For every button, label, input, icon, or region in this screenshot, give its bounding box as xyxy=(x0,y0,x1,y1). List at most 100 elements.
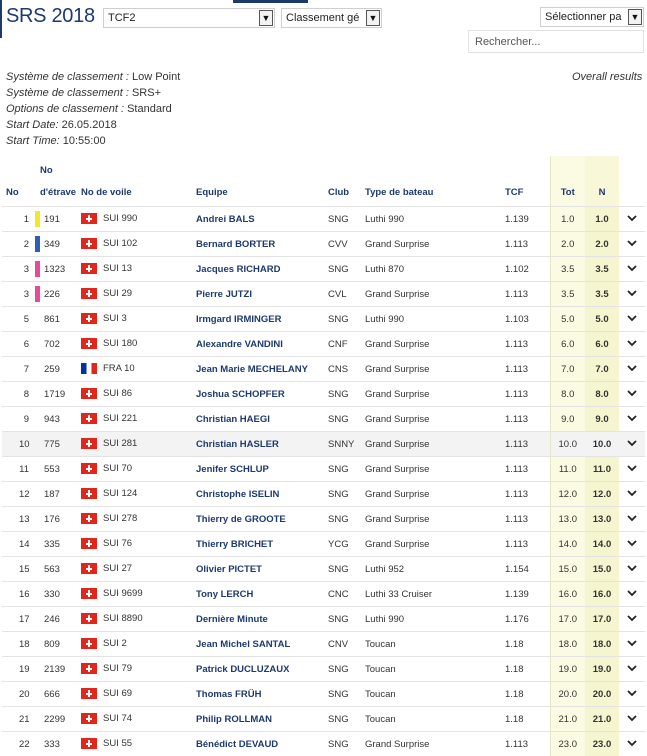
tcf-cell: 1.18 xyxy=(503,707,550,732)
column-select[interactable]: Sélectionner pa ▼ xyxy=(540,7,644,27)
expand-row-icon[interactable] xyxy=(619,732,645,756)
table-row[interactable]: 81719SUI 86Joshua SCHOPFERSNGGrand Surpr… xyxy=(2,382,645,407)
sail-cell: SUI 76 xyxy=(81,532,188,557)
sail-number: SUI 13 xyxy=(103,264,132,275)
table-row[interactable]: 1191SUI 990Andrei BALSSNGLuthi 9901.1391… xyxy=(2,207,645,232)
col-no[interactable]: No xyxy=(2,156,40,207)
sail-number: SUI 278 xyxy=(103,514,137,525)
table-row[interactable]: 13176SUI 278Thierry de GROOTESNGGrand Su… xyxy=(2,507,645,532)
col-tcf[interactable]: TCF xyxy=(503,156,550,207)
expand-row-icon[interactable] xyxy=(619,282,645,307)
expand-row-icon[interactable] xyxy=(619,682,645,707)
total-cell: 21.0 xyxy=(550,707,585,732)
table-row[interactable]: 3226SUI 29Pierre JUTZICVLGrand Surprise1… xyxy=(2,282,645,307)
crew-cell: Jacques RICHARD xyxy=(188,257,328,282)
france-flag-icon xyxy=(81,363,97,374)
race-select-value: TCF2 xyxy=(108,12,136,24)
boat-type-cell: Grand Surprise xyxy=(365,407,503,432)
col-bow[interactable]: Nod'étrave xyxy=(40,156,81,207)
col-expand xyxy=(619,156,645,207)
tcf-cell: 1.113 xyxy=(503,457,550,482)
results-table: No Nod'étrave No de voile Equipe Club Ty… xyxy=(2,156,645,756)
total-cell: 12.0 xyxy=(550,482,585,507)
rank-value: 7 xyxy=(19,364,29,375)
overall-results-link[interactable]: Overall results xyxy=(572,71,642,83)
expand-row-icon[interactable] xyxy=(619,482,645,507)
expand-row-icon[interactable] xyxy=(619,582,645,607)
table-header-row: No Nod'étrave No de voile Equipe Club Ty… xyxy=(2,156,645,207)
bow-number-cell: 2139 xyxy=(40,657,81,682)
rank-value: 11 xyxy=(19,464,29,475)
expand-row-icon[interactable] xyxy=(619,707,645,732)
col-tot[interactable]: Tot xyxy=(550,156,585,207)
table-row[interactable]: 2349SUI 102Bernard BORTERCVVGrand Surpri… xyxy=(2,232,645,257)
table-row[interactable]: 7259FRA 10Jean Marie MECHELANYCNSGrand S… xyxy=(2,357,645,382)
expand-row-icon[interactable] xyxy=(619,407,645,432)
col-boat[interactable]: Type de bateau xyxy=(365,156,503,207)
table-row[interactable]: 16330SUI 9699Tony LERCHCNCLuthi 33 Cruis… xyxy=(2,582,645,607)
total-cell: 15.0 xyxy=(550,557,585,582)
table-row[interactable]: 12187SUI 124Christophe ISELINSNGGrand Su… xyxy=(2,482,645,507)
table-row[interactable]: 14335SUI 76Thierry BRICHETYCGGrand Surpr… xyxy=(2,532,645,557)
rank-cell: 14 xyxy=(2,532,40,557)
expand-row-icon[interactable] xyxy=(619,432,645,457)
expand-row-icon[interactable] xyxy=(619,607,645,632)
expand-row-icon[interactable] xyxy=(619,257,645,282)
table-row[interactable]: 18809SUI 2Jean Michel SANTALCNVToucan1.1… xyxy=(2,632,645,657)
boat-type-cell: Grand Surprise xyxy=(365,457,503,482)
col-club[interactable]: Club xyxy=(328,156,365,207)
sail-number: SUI 102 xyxy=(103,239,137,250)
tcf-cell: 1.18 xyxy=(503,657,550,682)
table-row[interactable]: 17246SUI 8890Dernière MinuteSNGLuthi 990… xyxy=(2,607,645,632)
rank-value: 3 xyxy=(19,289,29,300)
expand-row-icon[interactable] xyxy=(619,357,645,382)
expand-row-icon[interactable] xyxy=(619,457,645,482)
table-row[interactable]: 9943SUI 221Christian HAEGISNGGrand Surpr… xyxy=(2,407,645,432)
expand-row-icon[interactable] xyxy=(619,382,645,407)
expand-row-icon[interactable] xyxy=(619,307,645,332)
club-cell: SNG xyxy=(328,507,365,532)
table-row[interactable]: 6702SUI 180Alexandre VANDINICNFGrand Sur… xyxy=(2,332,645,357)
expand-row-icon[interactable] xyxy=(619,557,645,582)
sail-cell: SUI 180 xyxy=(81,332,188,357)
col-n[interactable]: N xyxy=(585,156,619,207)
table-row[interactable]: 20666SUI 69Thomas FRÜHSNGToucan1.1820.02… xyxy=(2,682,645,707)
table-row[interactable]: 31323SUI 13Jacques RICHARDSNGLuthi 8701.… xyxy=(2,257,645,282)
sail-number: SUI 27 xyxy=(103,564,132,575)
col-sail[interactable]: No de voile xyxy=(81,156,188,207)
rank-value: 9 xyxy=(19,414,29,425)
net-cell: 1.0 xyxy=(585,207,619,232)
ranking-select[interactable]: Classement gé ▼ xyxy=(281,8,382,28)
rank-value: 13 xyxy=(19,514,30,525)
bow-number-cell: 187 xyxy=(40,482,81,507)
expand-row-icon[interactable] xyxy=(619,632,645,657)
swiss-flag-icon xyxy=(81,413,97,424)
table-row[interactable]: 5861SUI 3Irmgard IRMINGERSNGLuthi 9901.1… xyxy=(2,307,645,332)
tcf-cell: 1.113 xyxy=(503,507,550,532)
expand-row-icon[interactable] xyxy=(619,232,645,257)
info-line: Start Date: 26.05.2018 xyxy=(6,119,117,131)
expand-row-icon[interactable] xyxy=(619,332,645,357)
table-row[interactable]: 192139SUI 79Patrick DUCLUZAUXSNGToucan1.… xyxy=(2,657,645,682)
total-cell: 1.0 xyxy=(550,207,585,232)
sail-cell: SUI 55 xyxy=(81,732,188,756)
table-row[interactable]: 212299SUI 74Philip ROLLMANSNGToucan1.182… xyxy=(2,707,645,732)
table-row[interactable]: 11553SUI 70Jenifer SCHLUPSNGGrand Surpri… xyxy=(2,457,645,482)
net-cell: 16.0 xyxy=(585,582,619,607)
expand-row-icon[interactable] xyxy=(619,657,645,682)
sail-number: SUI 69 xyxy=(103,689,132,700)
bow-number-cell: 226 xyxy=(40,282,81,307)
boat-type-cell: Grand Surprise xyxy=(365,382,503,407)
rank-value: 10 xyxy=(19,439,30,450)
table-row[interactable]: 22333SUI 55Bénédict DEVAUDSNGGrand Surpr… xyxy=(2,732,645,756)
bow-number-cell: 330 xyxy=(40,582,81,607)
expand-row-icon[interactable] xyxy=(619,207,645,232)
search-input[interactable] xyxy=(468,30,644,53)
net-cell: 7.0 xyxy=(585,357,619,382)
col-crew[interactable]: Equipe xyxy=(188,156,328,207)
table-row[interactable]: 15563SUI 27Olivier PICTETSNGLuthi 9521.1… xyxy=(2,557,645,582)
table-row[interactable]: 10775SUI 281Christian HASLERSNNYGrand Su… xyxy=(2,432,645,457)
race-select[interactable]: TCF2 ▼ xyxy=(103,8,275,28)
expand-row-icon[interactable] xyxy=(619,507,645,532)
expand-row-icon[interactable] xyxy=(619,532,645,557)
